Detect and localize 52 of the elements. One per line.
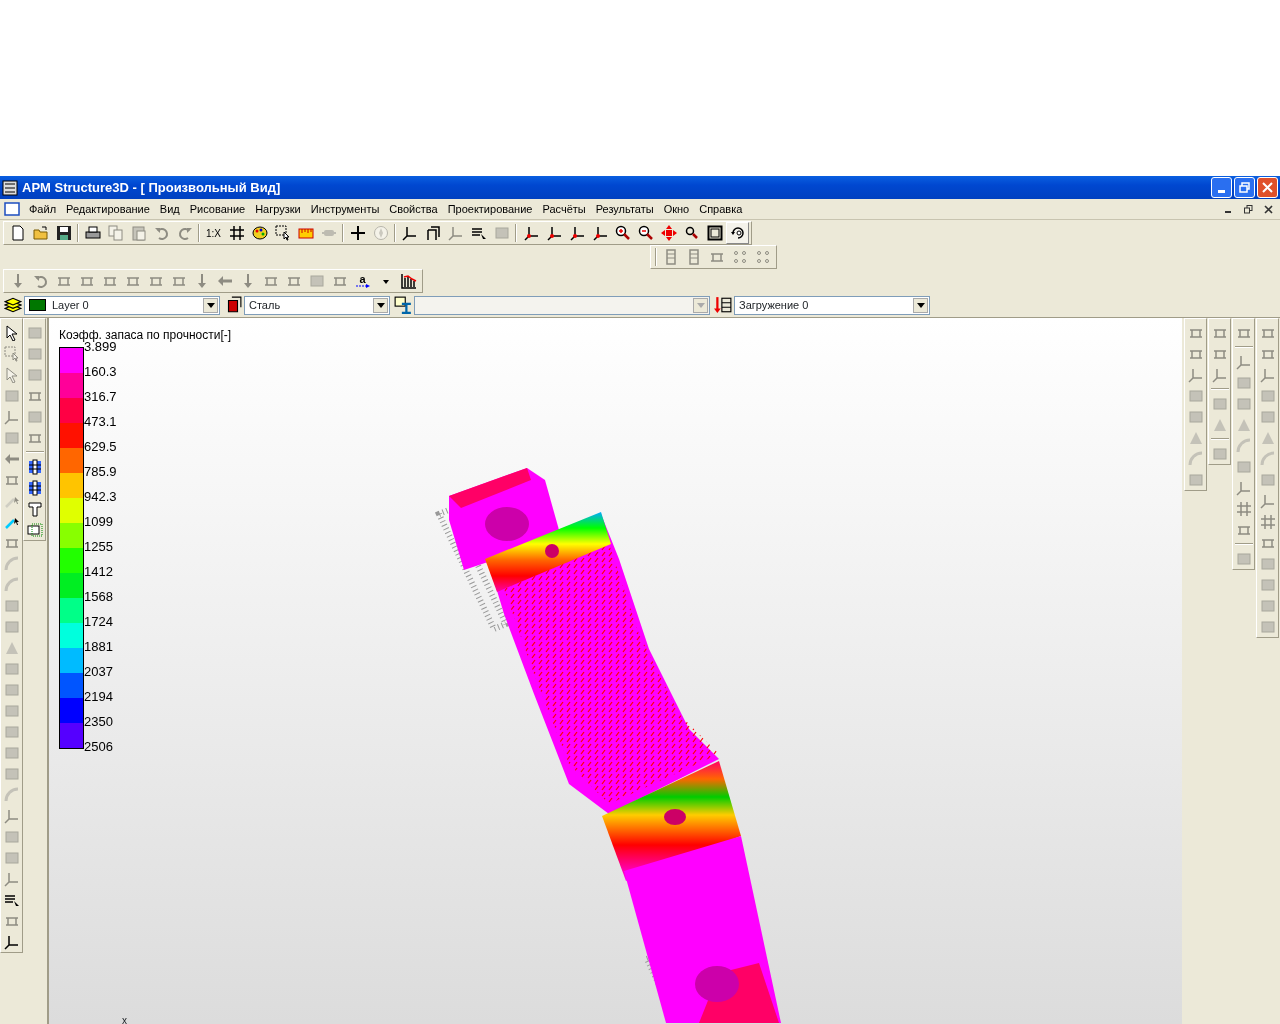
arrow-icon xyxy=(355,283,370,288)
legend-value: 1881 xyxy=(84,639,114,656)
legend-value: 2194 xyxy=(84,689,114,706)
legend-value: 160.3 xyxy=(84,364,117,381)
scale-button[interactable]: 1:X xyxy=(202,222,225,244)
legend-value: 473.1 xyxy=(84,414,117,431)
dropdown-field[interactable]: Загружение 0 xyxy=(734,295,930,315)
legend-value: 1099 xyxy=(84,514,114,531)
menu-item[interactable]: Расчёты xyxy=(537,200,591,218)
legend-value: 2037 xyxy=(84,664,114,681)
menu-item[interactable]: Файл xyxy=(24,200,62,218)
load-case-icon xyxy=(714,296,732,314)
app-icon xyxy=(2,179,18,196)
legend-value: 1255 xyxy=(84,539,114,556)
restore-icon xyxy=(1243,204,1253,214)
minimize-button[interactable] xyxy=(1211,177,1232,198)
menu-item[interactable]: Результаты xyxy=(590,200,659,218)
menu-item[interactable]: Окно xyxy=(658,200,695,218)
document-icon xyxy=(4,202,20,216)
minimize-icon xyxy=(1218,190,1225,193)
minimize-icon xyxy=(1225,211,1232,213)
legend-value: 316.7 xyxy=(84,389,117,406)
close-icon xyxy=(1262,182,1273,193)
menu-item[interactable]: Инструменты xyxy=(305,200,385,218)
layers-icon xyxy=(4,296,22,314)
legend-value: 942.3 xyxy=(84,489,117,506)
restore-button[interactable] xyxy=(1234,177,1255,198)
menu-item[interactable]: Рисование xyxy=(184,200,251,218)
legend-value: 3.899 xyxy=(84,339,117,356)
rotate-icon[interactable] xyxy=(726,222,749,244)
restore-icon xyxy=(1239,182,1250,193)
text-arrow-button[interactable]: a xyxy=(351,270,374,292)
menu-item[interactable]: Свойства xyxy=(384,200,443,218)
menu-item[interactable]: Редактирование xyxy=(61,200,155,218)
legend-value: 1568 xyxy=(84,589,114,606)
legend-value: 629.5 xyxy=(84,439,117,456)
menu-item[interactable]: Проектирование xyxy=(442,200,538,218)
axis-label: x xyxy=(122,1014,127,1024)
window-title: APM Structure3D - [ Произвольный Вид] xyxy=(21,178,282,197)
menu-item[interactable]: Нагрузки xyxy=(250,200,306,218)
menu-item[interactable]: Вид xyxy=(154,200,185,218)
close-icon xyxy=(1263,204,1273,214)
legend-value: 1724 xyxy=(84,614,114,631)
menu-item[interactable]: Справка xyxy=(694,200,748,218)
legend-value: 785.9 xyxy=(84,464,117,481)
legend-title: Коэфф. запаса по прочности[-] xyxy=(59,327,232,342)
dropdown-field[interactable]: Layer 0 xyxy=(24,295,220,315)
legend-value: 2506 xyxy=(84,739,114,756)
legend-value: 2350 xyxy=(84,714,114,731)
legend-value: 1412 xyxy=(84,564,114,581)
section-icon xyxy=(394,296,412,314)
dropdown-field[interactable]: Сталь xyxy=(244,295,390,315)
